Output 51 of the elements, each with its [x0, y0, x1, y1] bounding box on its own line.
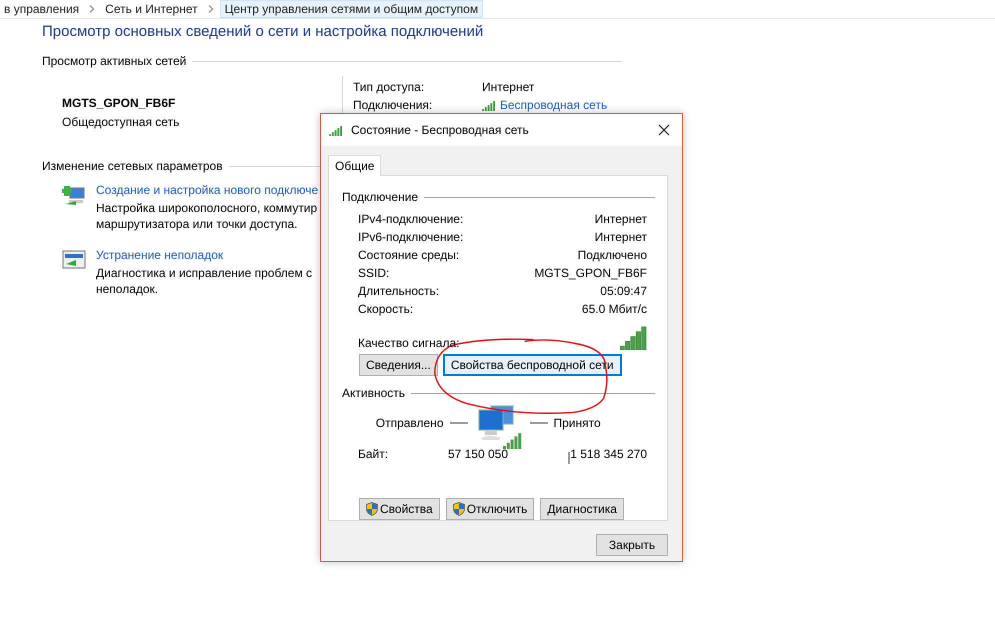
dialog-button[interactable]: Сведения... — [359, 354, 438, 376]
connection-link[interactable]: Беспроводная сеть — [500, 98, 608, 112]
bytes-label: Байт: — [358, 447, 390, 461]
action-button[interactable]: Диагностика — [540, 498, 624, 520]
task-link[interactable]: Устранение неполадок — [96, 248, 312, 263]
section-heading: Просмотр активных сетей — [42, 54, 186, 68]
close-button[interactable]: Закрыть — [596, 534, 668, 556]
network-type: Общедоступная сеть — [62, 115, 180, 129]
action-button[interactable]: Свойства — [359, 498, 440, 520]
page-title: Просмотр основных сведений о сети и настройка подключений — [42, 23, 484, 40]
chevron-icon — [89, 5, 96, 13]
signal-strength-icon — [620, 325, 647, 350]
field-label: Состояние среды: — [358, 248, 460, 262]
sent-label: Отправлено — [376, 416, 444, 430]
field-value: Подключено — [578, 248, 647, 262]
field-value: Интернет — [594, 212, 647, 226]
dialog-title: Состояние - Беспроводная сеть — [351, 123, 530, 137]
field-value: Интернет — [594, 230, 647, 244]
group-heading: Активность — [342, 386, 406, 400]
field-label: Качество сигнала: — [358, 336, 460, 350]
group-heading: Подключение — [342, 190, 418, 204]
task-description: Диагностика и исправление проблем с — [96, 266, 312, 281]
chevron-icon — [208, 5, 214, 13]
bytes-received: 1 518 345 270 — [570, 447, 647, 461]
network-name: MGTS_GPON_FB6F — [62, 96, 176, 110]
task-description: маршрутизатора или точки доступа. — [96, 217, 298, 232]
field-label: IPv6-подключение: — [358, 230, 464, 244]
field-value: MGTS_GPON_FB6F — [534, 266, 647, 280]
detail-value: Интернет — [482, 80, 534, 94]
task-link[interactable]: Создание и настройка нового подключе — [96, 183, 318, 198]
bytes-sent: 57 150 050 — [446, 447, 508, 461]
signal-icon — [329, 124, 344, 136]
breadcrumb-item[interactable]: Центр управления сетями и общим доступом — [220, 0, 484, 18]
signal-icon — [482, 100, 497, 110]
tab[interactable]: Общие — [328, 155, 382, 176]
field-label: Скорость: — [358, 302, 414, 316]
task-description: неполадок. — [96, 282, 160, 297]
received-label: Принято — [554, 416, 601, 430]
breadcrumb-item[interactable]: Сеть и Интернет — [101, 1, 202, 17]
breadcrumb-item[interactable]: в управления — [0, 1, 84, 17]
field-label: Длительность: — [358, 284, 440, 298]
detail-label: Тип доступа: — [353, 80, 426, 94]
field-value: 65.0 Мбит/с — [582, 302, 647, 316]
detail-label: Подключения: — [353, 98, 434, 112]
section-heading: Изменение сетевых параметров — [42, 159, 223, 173]
action-button[interactable]: Отключить — [446, 498, 534, 520]
task-description: Настройка широкополосного, коммутир — [96, 201, 318, 216]
field-value: 05:09:47 — [600, 284, 647, 298]
field-label: SSID: — [358, 266, 390, 280]
network-add-icon — [62, 183, 86, 207]
field-label: IPv4-подключение: — [358, 212, 464, 226]
